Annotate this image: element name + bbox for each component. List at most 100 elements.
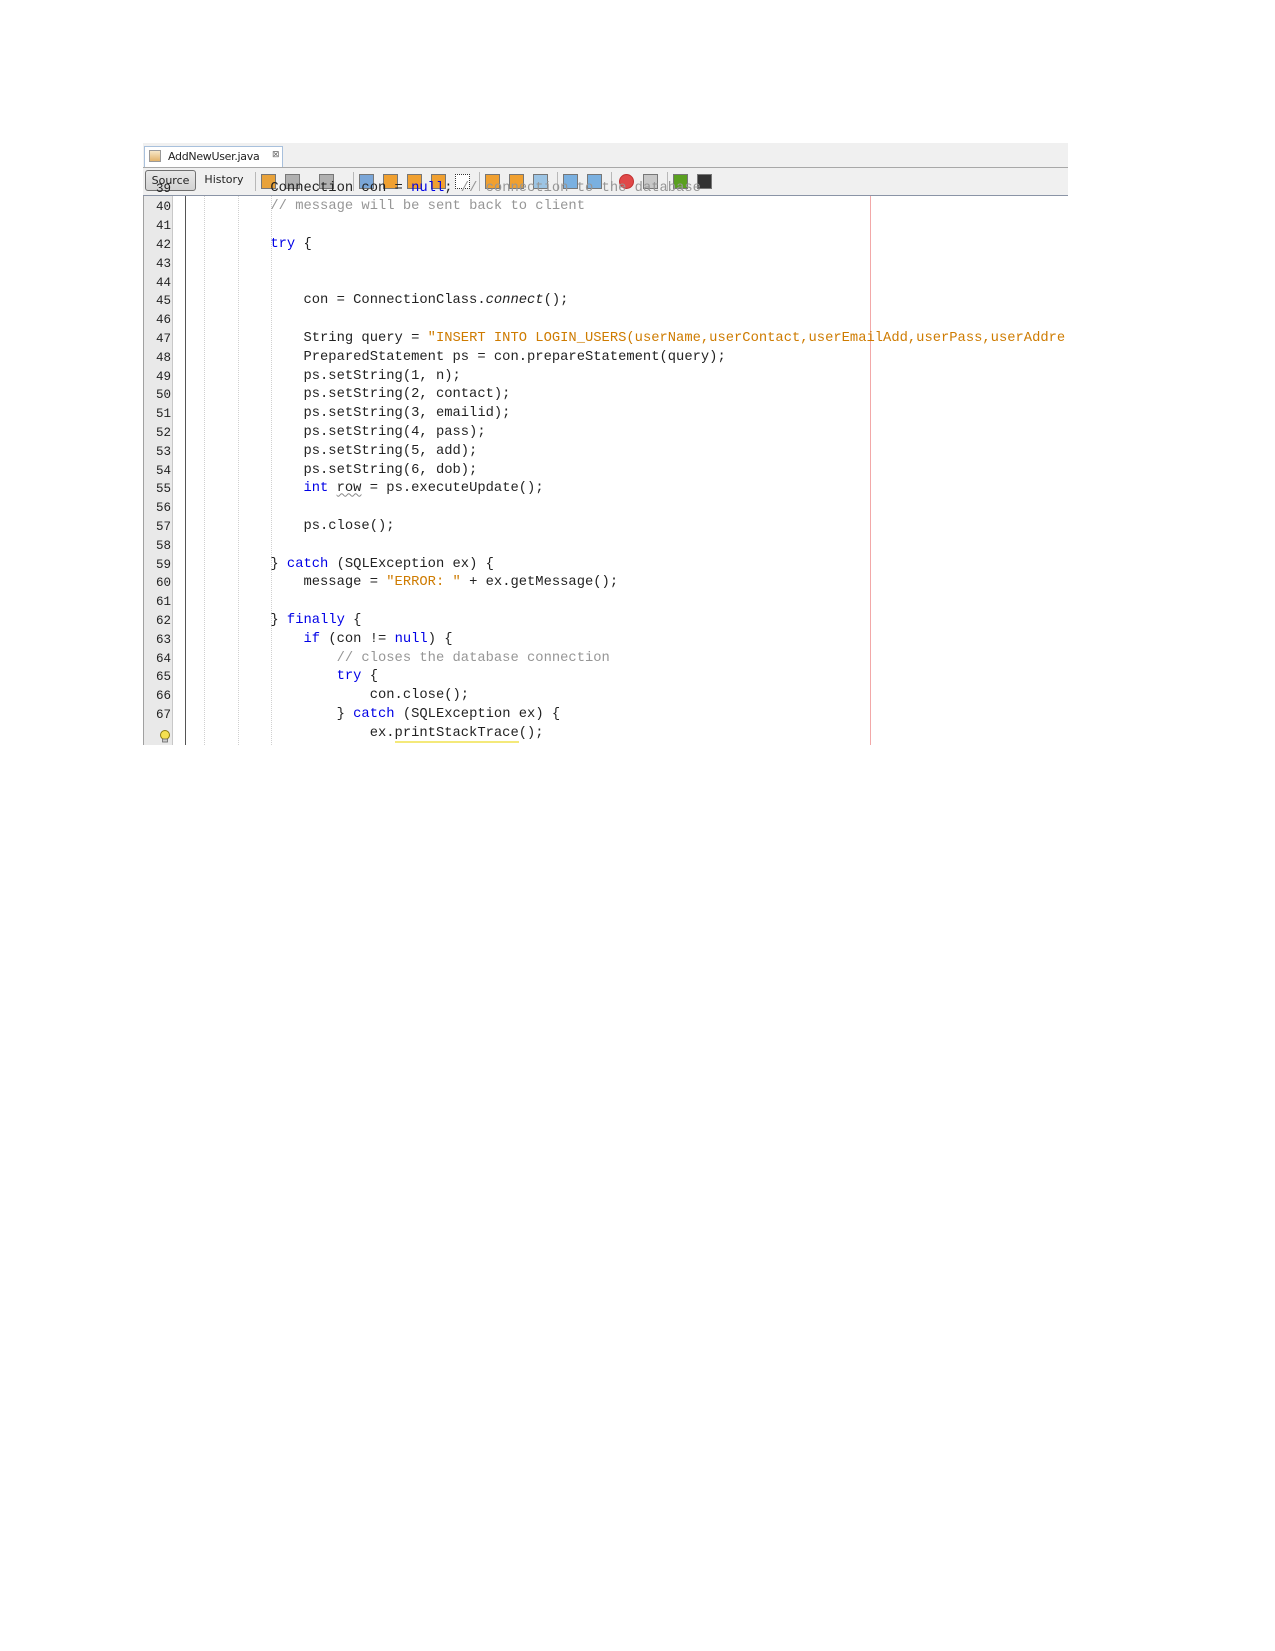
code-token: String query = (171, 331, 428, 346)
line-number: 49 (155, 369, 171, 384)
keyword: if (303, 631, 321, 647)
line-number: 59 (155, 557, 171, 572)
keyword: null (411, 180, 445, 196)
line-number: 51 (155, 407, 171, 422)
code-token: } (171, 613, 287, 628)
code-token: ; (444, 180, 461, 196)
code-line: ps.setString(6, dob); (171, 462, 477, 481)
code-token: } (171, 707, 354, 722)
code-line: ps.setString(4, pass); (171, 424, 486, 443)
editor-tab-strip: AddNewUser.java ⊠ (143, 143, 1068, 168)
line-number: 62 (155, 614, 171, 628)
line-number: 41 (155, 219, 171, 234)
tab-label: AddNewUser.java (168, 150, 260, 163)
line-number: 67 (155, 708, 171, 722)
code-token: message = (171, 575, 387, 591)
string-literal: "INSERT INTO LOGIN_USERS(userName,userCo… (427, 331, 1066, 346)
code-token: ps.close(); (171, 519, 395, 534)
line-number: 60 (155, 576, 171, 591)
code-line: con = ConnectionClass.connect(); (171, 292, 568, 311)
comment: // message will be sent back to client (270, 199, 585, 215)
keyword: catch (286, 556, 329, 572)
code-line: int row = ps.executeUpdate(); (171, 480, 544, 499)
string-literal: "ERROR: " (386, 575, 461, 591)
line-number: 56 (155, 501, 171, 516)
line-number: 65 (155, 670, 171, 685)
keyword: finally (286, 613, 345, 628)
code-line: try { (171, 668, 378, 687)
code-line: } catch (SQLException ex) { (171, 706, 561, 725)
line-number: 64 (155, 651, 171, 666)
code-token: { (295, 237, 312, 252)
code-token: (); (543, 293, 569, 309)
code-token: (); (518, 725, 544, 741)
comment: // closes the database connection (336, 650, 610, 666)
code-token: = ps.executeUpdate(); (361, 481, 544, 497)
code-token: ps.setString(2, contact); (171, 387, 511, 403)
comment: // connection to the database (460, 180, 701, 196)
code-line: if (con != null) { (171, 631, 453, 650)
line-number: 63 (155, 632, 171, 647)
line-number: 39 (155, 181, 171, 196)
code-token: } (171, 556, 287, 572)
code-token: row (336, 481, 362, 497)
code-token: con = ConnectionClass. (171, 293, 486, 309)
code-token: + ex.getMessage(); (460, 575, 619, 591)
line-number: 48 (155, 350, 171, 365)
right-margin-line (870, 196, 871, 745)
code-line: try { (171, 236, 312, 255)
line-number: 47 (155, 332, 171, 346)
line-number: 45 (155, 294, 171, 309)
code-token: connect (485, 293, 544, 309)
code-line: message = "ERROR: " + ex.getMessage(); (171, 574, 618, 593)
code-token: ps.setString(4, pass); (171, 425, 486, 440)
line-number: 61 (155, 595, 171, 610)
code-token: (SQLException ex) { (394, 707, 561, 722)
code-token: ex. (171, 725, 395, 741)
code-token: printStackTrace (394, 725, 519, 743)
line-number: 40 (155, 200, 171, 215)
keyword: try (270, 237, 296, 252)
code-token: con.close(); (171, 688, 470, 704)
code-token: Connection con = (171, 180, 412, 196)
line-number: 52 (155, 426, 171, 440)
code-line: con.close(); (171, 687, 469, 706)
code-line: } catch (SQLException ex) { (171, 556, 494, 575)
code-token: ps.setString(6, dob); (171, 462, 478, 478)
line-number: 50 (155, 388, 171, 403)
keyword: int (303, 481, 329, 497)
line-number: 54 (155, 463, 171, 478)
line-number: 58 (155, 538, 171, 553)
line-number: 44 (155, 275, 171, 290)
code-token: { (361, 669, 378, 685)
keyword: null (394, 631, 428, 647)
code-token: PreparedStatement ps = con.prepareStatem… (171, 349, 726, 365)
close-tab-icon[interactable]: ⊠ (272, 150, 280, 160)
code-token: (con != (320, 631, 395, 647)
keyword: catch (353, 707, 395, 722)
code-line: ps.setString(5, add); (171, 443, 477, 462)
java-file-icon (149, 150, 161, 162)
keyword: try (336, 669, 362, 685)
lightbulb-icon[interactable] (159, 728, 171, 743)
code-line: // message will be sent back to client (171, 198, 585, 217)
line-number: 46 (155, 313, 171, 328)
code-line: PreparedStatement ps = con.prepareStatem… (171, 349, 726, 368)
line-number: 55 (155, 482, 171, 497)
tab-addnewuser-java[interactable]: AddNewUser.java ⊠ (144, 146, 283, 167)
code-token: ps.setString(5, add); (171, 443, 478, 459)
line-number: 43 (155, 256, 171, 271)
code-token: ps.setString(3, emailid); (171, 406, 511, 422)
code-line: ex.printStackTrace(); (171, 725, 544, 744)
code-token: ) { (427, 631, 453, 647)
line-number: 57 (155, 520, 171, 534)
code-token: (SQLException ex) { (328, 556, 494, 572)
code-line: ps.setString(2, contact); (171, 386, 510, 405)
code-line: ps.setString(3, emailid); (171, 405, 510, 424)
code-line: } finally { (171, 612, 361, 631)
